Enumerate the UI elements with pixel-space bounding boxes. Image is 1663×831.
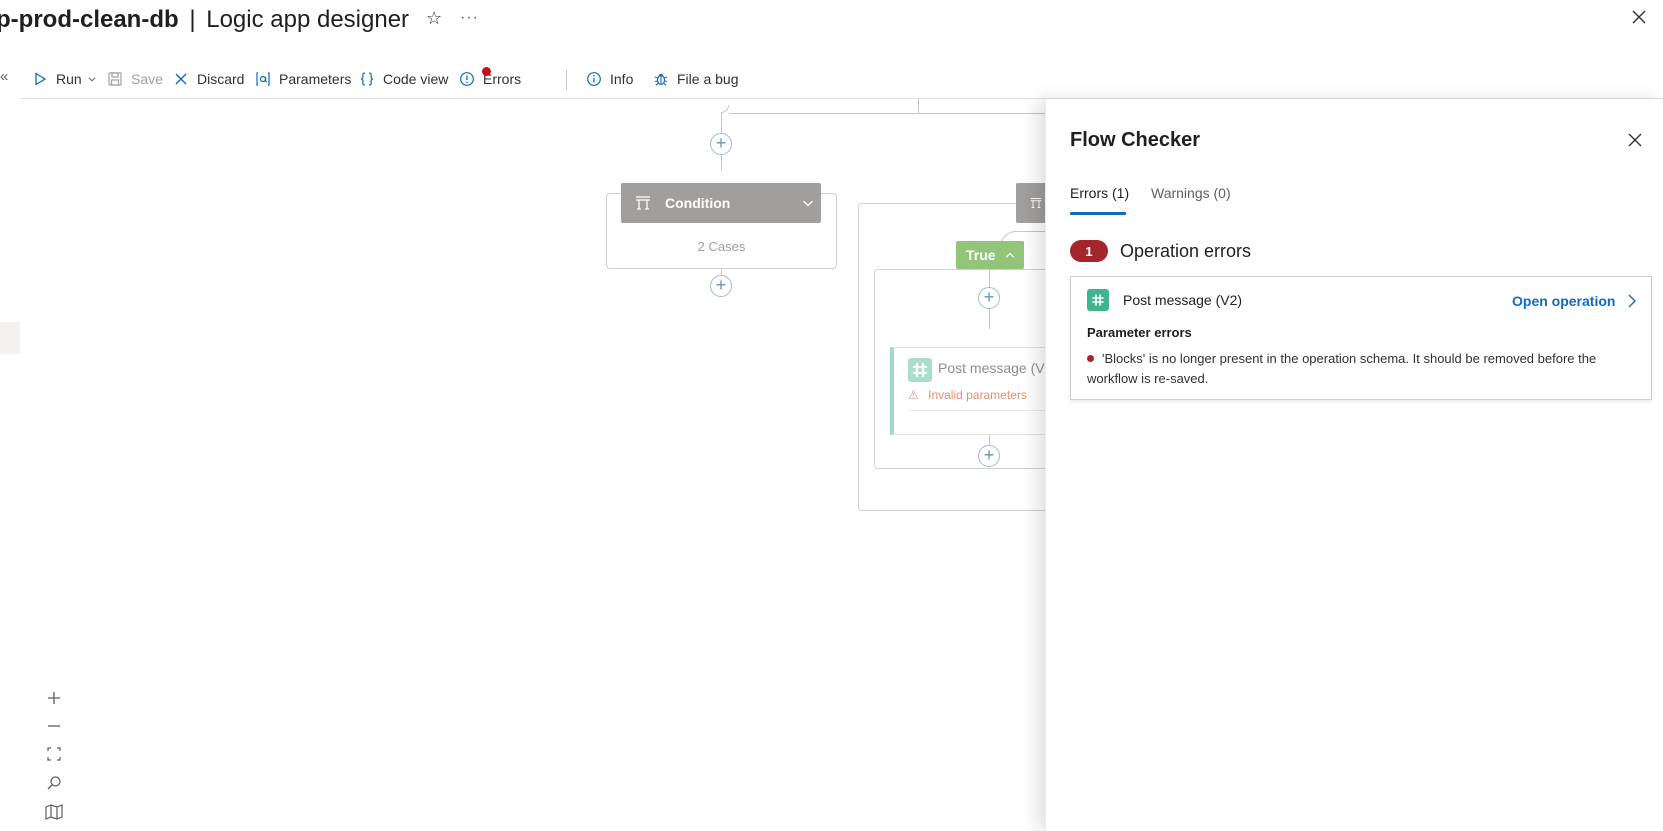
error-circle-icon: [460, 72, 474, 86]
save-label: Save: [131, 71, 163, 87]
chevron-down-icon: [88, 77, 96, 82]
edge: [729, 113, 1045, 114]
bug-icon: [654, 73, 668, 86]
active-tab-indicator: [1070, 212, 1126, 215]
resource-name: p-prod-clean-db: [0, 6, 179, 33]
open-operation-link[interactable]: Open operation: [1512, 293, 1637, 309]
error-message-text: 'Blocks' is no longer present in the ope…: [1087, 351, 1597, 386]
post-message-action-card[interactable]: Post message (V2 ⚠ Invalid parameters: [890, 347, 1045, 435]
edge: [989, 309, 990, 329]
error-bullet: [1087, 355, 1094, 362]
add-step-button[interactable]: +: [710, 133, 732, 155]
edge: [721, 155, 722, 171]
open-operation-label: Open operation: [1512, 293, 1616, 309]
discard-label: Discard: [197, 71, 245, 87]
add-step-button[interactable]: +: [978, 445, 1000, 467]
true-branch-tag[interactable]: True: [956, 241, 1024, 269]
condition-cases: 2 Cases: [697, 239, 746, 254]
operation-name: Post message (V2): [1123, 292, 1243, 308]
zoom-in-icon[interactable]: [38, 685, 70, 711]
error-card: Post message (V2) Open operation Paramet…: [1070, 276, 1652, 400]
collapse-panel-icon[interactable]: «: [0, 68, 8, 85]
chevron-down-icon[interactable]: [801, 196, 815, 210]
parameters-icon: [256, 72, 270, 86]
more-icon[interactable]: ···: [460, 9, 479, 27]
designer-canvas[interactable]: + Condition 2 Cases + True + Post messag…: [0, 99, 1045, 831]
toolbar: « Run Save Discard Parameters Code view …: [0, 62, 1663, 96]
toolbar-divider: [566, 70, 567, 90]
discard-icon: [175, 73, 187, 85]
true-branch-label: True: [966, 247, 996, 263]
run-label: Run: [56, 71, 82, 87]
page-name: Logic app designer: [206, 6, 410, 33]
add-step-button[interactable]: +: [978, 287, 1000, 309]
title-bar: p-prod-clean-db | Logic app designer ☆ ·…: [0, 0, 1663, 44]
info-button[interactable]: Info: [586, 68, 633, 90]
parameters-button[interactable]: Parameters: [255, 68, 351, 90]
error-message: 'Blocks' is no longer present in the ope…: [1087, 349, 1635, 389]
add-step-button[interactable]: +: [710, 275, 732, 297]
code-view-label: Code view: [383, 71, 449, 87]
tab-warnings[interactable]: Warnings (0): [1151, 185, 1231, 201]
warning-text: Invalid parameters: [928, 388, 1027, 402]
panel-title: Flow Checker: [1070, 129, 1201, 151]
slack-icon: [908, 358, 932, 382]
play-icon: [35, 72, 47, 86]
chevron-right-icon: [1628, 294, 1637, 308]
parameter-errors-title: Parameter errors: [1087, 325, 1192, 340]
condition-icon: [1030, 198, 1042, 208]
tab-errors[interactable]: Errors (1): [1070, 185, 1129, 201]
zoom-controls: [38, 685, 70, 831]
condition-header[interactable]: Condition: [621, 183, 821, 223]
condition-header[interactable]: [1016, 183, 1045, 223]
operation-errors-title: Operation errors: [1120, 240, 1252, 261]
file-bug-label: File a bug: [677, 71, 739, 87]
discard-button[interactable]: Discard: [173, 68, 244, 90]
code-view-button[interactable]: Code view: [359, 68, 448, 90]
errors-indicator-dot: [482, 67, 491, 76]
save-icon: [108, 72, 122, 86]
post-message-title: Post message (V2: [938, 360, 1045, 376]
info-icon: [587, 72, 601, 86]
info-label: Info: [610, 71, 634, 87]
zoom-out-icon[interactable]: [38, 713, 70, 739]
edge: [989, 269, 990, 287]
edge: [918, 99, 919, 113]
card-divider: [908, 410, 1045, 411]
condition-title: Condition: [665, 195, 731, 211]
save-button[interactable]: Save: [107, 68, 163, 90]
minimap-icon[interactable]: [38, 799, 70, 825]
error-count-badge: 1: [1070, 240, 1108, 262]
close-icon[interactable]: [1628, 6, 1650, 28]
fit-view-icon[interactable]: [38, 741, 70, 767]
search-icon[interactable]: [38, 770, 70, 796]
page-title: p-prod-clean-db | Logic app designer: [0, 6, 409, 34]
code-braces-icon: [360, 72, 374, 86]
title-separator: |: [189, 6, 196, 33]
operation-errors-heading: 1 Operation errors: [1070, 240, 1251, 262]
close-icon[interactable]: [1626, 131, 1644, 149]
flow-checker-panel: Flow Checker Errors (1) Warnings (0) 1 O…: [1045, 99, 1663, 831]
star-icon[interactable]: ☆: [426, 8, 442, 29]
edge: [721, 113, 722, 133]
run-button[interactable]: Run: [32, 68, 97, 90]
side-panel-tab[interactable]: [0, 322, 20, 354]
slack-icon: [1087, 289, 1109, 311]
chevron-up-icon: [1005, 252, 1015, 258]
condition-icon: [636, 196, 650, 210]
warning-icon: ⚠: [908, 388, 919, 402]
edge: [721, 105, 729, 113]
file-bug-button[interactable]: File a bug: [653, 68, 738, 90]
parameters-label: Parameters: [279, 71, 352, 87]
invalid-parameters-warning: ⚠ Invalid parameters: [908, 388, 1027, 402]
